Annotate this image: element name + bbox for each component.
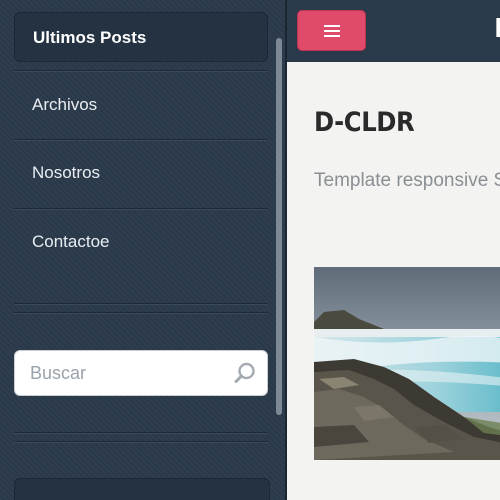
divider bbox=[14, 70, 268, 72]
sidebar-item-contactoe[interactable]: Contactoe bbox=[14, 217, 268, 267]
sidebar-bottom-block bbox=[14, 478, 270, 500]
divider bbox=[14, 208, 268, 210]
divider bbox=[14, 303, 268, 305]
search-icon[interactable] bbox=[233, 361, 257, 385]
main-content: D-CLDR Template responsive Solutions bbox=[285, 62, 500, 500]
sidebar-item-archivos[interactable]: Archivos bbox=[14, 80, 268, 130]
waterfall-photo bbox=[314, 267, 500, 460]
hero-image bbox=[314, 267, 500, 460]
divider bbox=[14, 441, 268, 443]
page-subtitle: Template responsive Solutions bbox=[314, 170, 500, 191]
sidebar-item-nosotros[interactable]: Nosotros bbox=[14, 148, 268, 198]
search-input[interactable] bbox=[15, 351, 225, 395]
sidebar: Ultimos Posts Archivos Nosotros Contacto… bbox=[0, 0, 285, 500]
top-bar: D bbox=[285, 0, 500, 62]
sidebar-scrollbar[interactable] bbox=[276, 38, 282, 415]
menu-toggle-button[interactable] bbox=[297, 10, 366, 51]
sidebar-item-ultimos-posts[interactable]: Ultimos Posts bbox=[14, 12, 268, 62]
hamburger-icon bbox=[324, 25, 340, 37]
page-title: D-CLDR bbox=[314, 107, 415, 138]
search-box bbox=[14, 350, 268, 396]
divider bbox=[14, 432, 268, 434]
divider bbox=[14, 139, 268, 141]
site-logo-text[interactable]: D bbox=[494, 14, 500, 44]
divider bbox=[14, 312, 268, 314]
